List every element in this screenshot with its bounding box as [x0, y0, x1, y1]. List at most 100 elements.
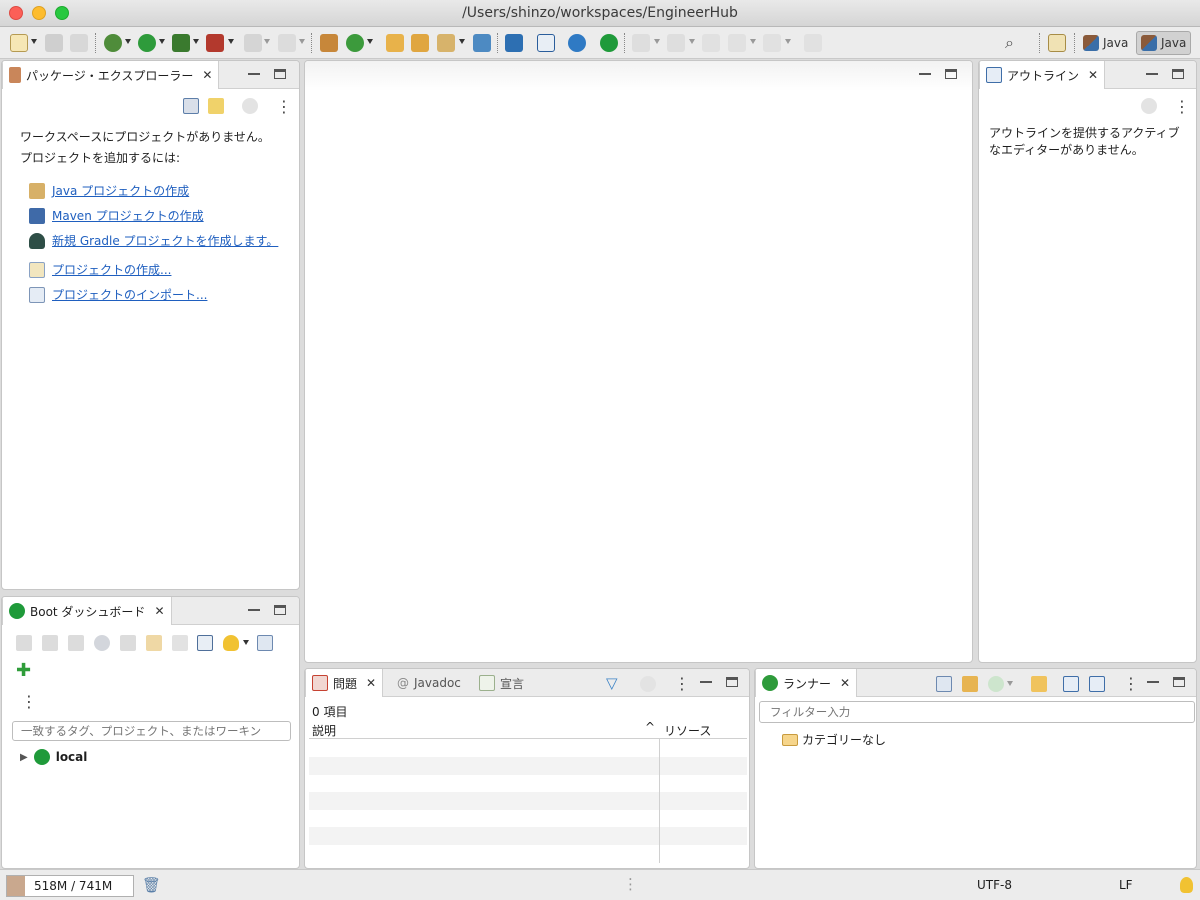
new-folder-icon[interactable] — [962, 676, 978, 692]
new-icon[interactable] — [10, 34, 28, 52]
toggle-breadcrumb-icon[interactable] — [537, 34, 555, 52]
view-menu-icon[interactable] — [674, 674, 690, 693]
filter-icon[interactable] — [257, 635, 273, 651]
close-icon[interactable]: ✕ — [154, 604, 164, 618]
stop-dropdown-icon — [264, 39, 270, 44]
link-import-project[interactable]: プロジェクトのインポート... — [29, 286, 207, 303]
open-perspective-icon[interactable] — [1048, 34, 1066, 52]
maximize-view-button[interactable] — [726, 677, 738, 687]
link-create-project[interactable]: プロジェクトの作成... — [29, 261, 171, 278]
spring-boot-icon — [33, 749, 50, 765]
encoding-label[interactable]: UTF-8 — [977, 878, 1012, 892]
minimize-editor-button[interactable] — [919, 69, 931, 75]
new-class-icon[interactable] — [346, 34, 364, 52]
minimize-view-button[interactable] — [1147, 677, 1159, 683]
tab-declaration[interactable]: 宣言 — [473, 669, 530, 697]
runner-filter-input[interactable] — [759, 701, 1195, 723]
properties-icon[interactable] — [197, 635, 213, 651]
status-separator: ⋮ — [623, 875, 638, 893]
coverage-dropdown-icon[interactable] — [193, 39, 199, 44]
view-menu-icon[interactable] — [1123, 674, 1139, 693]
maximize-editor-button[interactable] — [945, 69, 957, 79]
debug-dropdown-icon[interactable] — [125, 39, 131, 44]
lightbulb-icon[interactable] — [223, 635, 239, 651]
column-description[interactable]: 説明 — [312, 722, 336, 739]
open-folder-icon[interactable] — [473, 34, 491, 52]
view-menu-icon[interactable] — [21, 692, 37, 711]
link-create-java-project[interactable]: Java プロジェクトの作成 — [29, 182, 189, 199]
runner-panel: ランナー ✕ カテゴリーなし — [754, 668, 1197, 869]
new-category-icon[interactable] — [1031, 676, 1047, 692]
new-launch-icon[interactable] — [936, 676, 952, 692]
boot-filter-input[interactable] — [12, 721, 291, 741]
expand-arrow-icon[interactable]: ▶ — [20, 752, 28, 763]
coverage-icon[interactable] — [172, 34, 190, 52]
tab-problems[interactable]: 問題 ✕ — [305, 669, 384, 697]
tab-package-explorer[interactable]: パッケージ・エクスプローラー ✕ — [2, 61, 220, 89]
sort-ascending-icon[interactable]: ^ — [645, 720, 655, 734]
column-resource[interactable]: リソース — [664, 722, 711, 739]
minimize-view-button[interactable] — [1146, 69, 1158, 75]
search-tool-dropdown-icon[interactable] — [459, 39, 465, 44]
heap-status[interactable]: 518M / 741M — [6, 875, 134, 897]
tab-outline[interactable]: アウトライン ✕ — [979, 61, 1106, 89]
collapse-all-icon[interactable] — [1063, 676, 1079, 692]
new-package-icon[interactable] — [320, 34, 338, 52]
tips-icon[interactable] — [1180, 877, 1193, 893]
minimize-view-button[interactable] — [700, 677, 712, 683]
maximize-view-button[interactable] — [274, 605, 286, 615]
filter-icon[interactable]: ▽ — [606, 674, 618, 692]
link-with-editor-icon[interactable] — [208, 98, 224, 114]
add-icon[interactable]: ✚ — [16, 660, 31, 681]
tab-boot-dashboard[interactable]: Boot ダッシュボード ✕ — [2, 597, 172, 625]
view-menu-icon[interactable] — [276, 97, 292, 116]
tree-item-no-category[interactable]: カテゴリーなし — [782, 731, 886, 748]
collapse-all-icon[interactable] — [183, 98, 199, 114]
settings-icon[interactable] — [568, 34, 586, 52]
perspective-java[interactable]: Java — [1136, 31, 1192, 55]
perspective-java-ee[interactable]: Java — [1079, 31, 1132, 55]
link-create-gradle-project[interactable]: 新規 Gradle プロジェクトを作成します。 — [29, 232, 278, 249]
main-toolbar: ⌕ Java Java — [0, 27, 1200, 59]
spring-boot-icon[interactable] — [600, 34, 618, 52]
external-tools-icon[interactable] — [206, 34, 224, 52]
console-icon[interactable] — [505, 34, 523, 52]
garbage-collect-icon[interactable]: 🗑 — [142, 876, 161, 894]
maximize-view-button[interactable] — [1172, 69, 1184, 79]
link-create-maven-project[interactable]: Maven プロジェクトの作成 — [29, 207, 204, 224]
line-delimiter-label[interactable]: LF — [1119, 878, 1133, 892]
outline-empty-message: アウトラインを提供するアクティブなエディターがありません。 — [989, 126, 1180, 157]
search-icon[interactable]: ⌕ — [1005, 33, 1014, 53]
maximize-view-button[interactable] — [1173, 677, 1185, 687]
debug-icon[interactable] — [104, 34, 122, 52]
lightbulb-dropdown-icon[interactable] — [243, 640, 249, 645]
new-dropdown-icon[interactable] — [31, 39, 37, 44]
open-type-icon[interactable] — [386, 34, 404, 52]
new-class-dropdown-icon[interactable] — [367, 39, 373, 44]
maximize-view-button[interactable] — [274, 69, 286, 79]
close-icon[interactable]: ✕ — [202, 68, 212, 82]
minimize-view-button[interactable] — [248, 69, 260, 75]
column-divider[interactable] — [659, 739, 660, 863]
save-all-icon[interactable] — [70, 34, 88, 52]
tab-runner[interactable]: ランナー ✕ — [755, 669, 858, 697]
expand-all-icon[interactable] — [1089, 676, 1105, 692]
table-row — [309, 792, 747, 810]
search-tool-icon[interactable] — [437, 34, 455, 52]
run-dropdown-icon[interactable] — [159, 39, 165, 44]
external-tools-dropdown-icon[interactable] — [228, 39, 234, 44]
save-icon[interactable] — [45, 34, 63, 52]
title-bar: /Users/shinzo/workspaces/EngineerHub — [0, 0, 1200, 27]
java-perspective-icon — [1083, 35, 1099, 51]
problems-panel: 問題 ✕ @ Javadoc 宣言 ▽ 0 項目 説明 ^ リソース — [304, 668, 750, 869]
minimize-view-button[interactable] — [248, 605, 260, 611]
close-icon[interactable]: ✕ — [1088, 68, 1098, 82]
close-icon[interactable]: ✕ — [840, 676, 850, 690]
open-task-icon[interactable] — [411, 34, 429, 52]
close-icon[interactable]: ✕ — [366, 676, 376, 690]
tab-javadoc[interactable]: @ Javadoc — [391, 669, 467, 697]
toolbar-separator — [1074, 33, 1075, 53]
tree-item-local[interactable]: ▶ local — [20, 749, 87, 765]
view-menu-icon[interactable] — [1174, 97, 1190, 116]
run-icon[interactable] — [138, 34, 156, 52]
